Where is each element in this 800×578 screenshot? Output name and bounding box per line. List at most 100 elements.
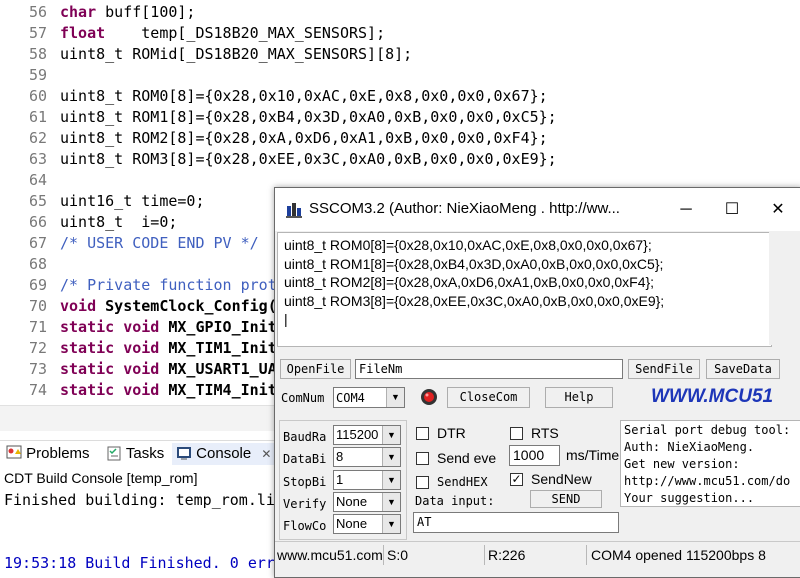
line-number: 56	[28, 3, 47, 21]
close-icon[interactable]: ✕	[261, 447, 271, 461]
verify-select[interactable]: None ▼	[333, 492, 401, 512]
send-button[interactable]: SEND	[530, 490, 602, 508]
console-title: CDT Build Console [temp_rom]	[4, 470, 198, 486]
baud-rate-select[interactable]: 115200 ▼	[333, 425, 401, 445]
receive-scrollbar[interactable]	[769, 232, 798, 345]
chevron-down-icon: ▼	[382, 493, 400, 511]
com-num-label: ComNum	[281, 391, 325, 405]
line-number: 69	[28, 276, 47, 294]
file-name-field[interactable]: FileNm	[355, 359, 623, 379]
code-line[interactable]: 63 uint8_t ROM3[8]={0x28,0xEE,0x3C,0xA0,0…	[0, 149, 800, 170]
code-token: /* USER CODE END PV */	[60, 234, 259, 252]
send-new-label: SendNew	[531, 471, 592, 487]
code-token: void	[60, 297, 97, 315]
status-divider	[586, 545, 587, 565]
receive-area[interactable]: uint8_t ROM0[8]={0x28,0x10,0xAC,0xE,0x8,…	[277, 232, 772, 347]
sscom-titlebar[interactable]: SSCOM3.2 (Author: NieXiaoMeng . http://w…	[275, 188, 800, 231]
status-divider	[484, 545, 485, 565]
code-line[interactable]: 58 uint8_t ROMid[_DS18B20_MAX_SENSORS][8]…	[0, 44, 800, 65]
rts-checkbox[interactable]	[510, 427, 523, 440]
code-line[interactable]: 57 float temp[_DS18B20_MAX_SENSORS];	[0, 23, 800, 44]
line-number: 65	[28, 192, 47, 210]
data-bits-value: 8	[336, 449, 344, 464]
code-line[interactable]: 59	[0, 65, 800, 86]
line-number: 57	[28, 24, 47, 42]
brand-logo: WWW.MCU51	[651, 386, 774, 407]
code-text: uint8_t i=0;	[60, 212, 177, 233]
console-line: Finished building: temp_rom.list	[4, 491, 293, 509]
code-line[interactable]: 61 uint8_t ROM1[8]={0x28,0xB4,0x3D,0xA0,0…	[0, 107, 800, 128]
close-com-button[interactable]: CloseCom	[447, 387, 530, 408]
line-number: 72	[28, 339, 47, 357]
chevron-down-icon: ▼	[386, 388, 404, 407]
window-title: SSCOM3.2 (Author: NieXiaoMeng . http://w…	[309, 200, 620, 217]
info-panel: Serial port debug tool: Auth: NieXiaoMeng…	[620, 420, 800, 507]
received-line: uint8_t ROM0[8]={0x28,0x10,0xAC,0xE,0x8,…	[284, 237, 652, 253]
flow-control-value: None	[336, 516, 368, 531]
stop-bits-select[interactable]: 1 ▼	[333, 470, 401, 490]
data-input-label: Data input:	[415, 494, 495, 508]
tab-problems[interactable]: Problems	[6, 443, 90, 465]
close-button[interactable]: ✕	[755, 188, 800, 231]
status-site: www.mcu51.com	[277, 547, 383, 563]
send-hex-checkbox[interactable]	[416, 476, 429, 489]
line-number: 74	[28, 381, 47, 399]
send-hex-label: SendHEX	[437, 475, 488, 489]
com-port-select[interactable]: COM4 ▼	[333, 387, 405, 408]
dtr-checkbox[interactable]	[416, 427, 429, 440]
code-text: uint8_t ROM1[8]={0x28,0xB4,0x3D,0xA0,0xB…	[60, 107, 557, 128]
info-line: Get new version:	[624, 457, 740, 471]
rts-label: RTS	[531, 425, 559, 441]
data-bits-select[interactable]: 8 ▼	[333, 447, 401, 467]
line-number: 61	[28, 108, 47, 126]
status-divider	[383, 545, 384, 565]
code-line[interactable]: 62 uint8_t ROM2[8]={0x28,0xA,0xD6,0xA1,0x…	[0, 128, 800, 149]
line-number: 60	[28, 87, 47, 105]
open-file-button[interactable]: OpenFile	[280, 359, 351, 379]
minimize-button[interactable]: ─	[663, 188, 709, 231]
code-token: uint8_t ROM0[8]={0x28,0x10,0xAC,0xE,0x8,…	[60, 87, 548, 105]
send-interval-field[interactable]: 1000	[509, 445, 560, 466]
chevron-down-icon: ▼	[382, 515, 400, 533]
stop-bits-label: StopBi	[283, 475, 327, 489]
line-number: 64	[28, 171, 47, 189]
code-text: uint8_t ROM0[8]={0x28,0x10,0xAC,0xE,0x8,…	[60, 86, 548, 107]
send-new-checkbox[interactable]: ✓	[510, 473, 523, 486]
code-token: static void	[60, 318, 160, 336]
code-text: char buff[100];	[60, 2, 195, 23]
code-line[interactable]: 56 char buff[100];	[0, 2, 800, 23]
code-line[interactable]: 60 uint8_t ROM0[8]={0x28,0x10,0xAC,0xE,0x…	[0, 86, 800, 107]
data-input-field[interactable]: AT	[413, 512, 619, 533]
code-text: uint8_t ROM3[8]={0x28,0xEE,0x3C,0xA0,0xB…	[60, 149, 557, 170]
status-port-state: COM4 opened 115200bps 8	[591, 547, 766, 563]
status-sent-count: S:0	[387, 547, 409, 563]
code-token: uint8_t ROM3[8]={0x28,0xEE,0x3C,0xA0,0xB…	[60, 150, 557, 168]
data-bits-label: DataBi	[283, 452, 327, 466]
received-line: uint8_t ROM3[8]={0x28,0xEE,0x3C,0xA0,0xB…	[284, 292, 665, 309]
info-line: Serial port debug tool:	[624, 423, 791, 437]
code-text: /* USER CODE END PV */	[60, 233, 259, 254]
save-data-button[interactable]: SaveData	[706, 359, 780, 379]
console-icon	[176, 445, 192, 461]
help-button[interactable]: Help	[545, 387, 613, 408]
code-token: uint8_t ROMid[_DS18B20_MAX_SENSORS][8];	[60, 45, 413, 63]
code-token: static void	[60, 381, 160, 399]
received-line: uint8_t ROM1[8]={0x28,0xB4,0x3D,0xA0,0xB…	[284, 255, 664, 272]
tab-console[interactable]: Console ✕	[172, 443, 280, 465]
flow-control-select[interactable]: None ▼	[333, 514, 401, 534]
send-every-checkbox[interactable]	[416, 452, 429, 465]
tab-tasks[interactable]: Tasks	[106, 443, 164, 465]
maximize-button[interactable]: ☐	[709, 188, 755, 231]
line-number: 58	[28, 45, 47, 63]
code-token: static void	[60, 339, 160, 357]
status-received-count: R:226	[488, 547, 526, 563]
send-file-button[interactable]: SendFile	[628, 359, 700, 379]
chevron-down-icon: ▼	[382, 471, 400, 489]
line-number: 71	[28, 318, 47, 336]
ms-per-time-label: ms/Time	[566, 447, 620, 463]
info-line: http://www.mcu51.com/do	[624, 474, 791, 488]
status-bar: www.mcu51.com S:0 R:226 COM4 opened 1152…	[275, 541, 800, 567]
info-line: Auth: NieXiaoMeng.	[624, 440, 755, 454]
sscom-window: SSCOM3.2 (Author: NieXiaoMeng . http://w…	[274, 187, 800, 578]
line-number: 66	[28, 213, 47, 231]
